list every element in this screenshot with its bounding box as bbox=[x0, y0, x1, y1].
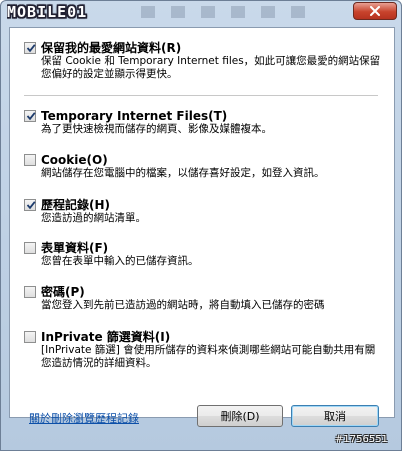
watermark: #1756551 bbox=[335, 434, 388, 445]
checkmark-icon bbox=[26, 44, 36, 53]
delete-button[interactable]: 刪除(D) bbox=[197, 405, 283, 427]
option-label: 密碼(P) bbox=[41, 285, 85, 299]
option-label: 表單資料(F) bbox=[41, 241, 109, 255]
close-icon bbox=[370, 6, 380, 16]
site-logo: MOBILE01 bbox=[6, 2, 127, 21]
cancel-button[interactable]: 取消 bbox=[291, 405, 379, 427]
svg-text:MOBILE01: MOBILE01 bbox=[7, 3, 87, 21]
checkbox[interactable] bbox=[24, 286, 36, 298]
option-label: Temporary Internet Files(T) bbox=[41, 109, 228, 123]
option-description: 您曾在表單中輸入的已儲存資訊。 bbox=[41, 255, 199, 267]
option-label: 保留我的最愛網站資料(R) bbox=[41, 41, 182, 55]
separator bbox=[24, 95, 378, 96]
checkmark-icon bbox=[26, 201, 36, 210]
about-delete-history-link[interactable]: 關於刪除瀏覽歷程記錄 bbox=[29, 410, 139, 426]
checkbox[interactable] bbox=[24, 154, 36, 166]
option-description: [InPrivate 篩選] 會使用所儲存的資料來偵測哪些網站可能自動共用有關您… bbox=[41, 344, 376, 369]
checkbox[interactable] bbox=[24, 199, 36, 211]
checkmark-icon bbox=[26, 112, 36, 121]
checkbox[interactable] bbox=[24, 42, 36, 54]
option-label: 歷程記錄(H) bbox=[41, 198, 111, 212]
close-button[interactable] bbox=[353, 2, 397, 20]
option-description: 保留 Cookie 和 Temporary Internet files，如此可… bbox=[41, 55, 381, 80]
checkbox[interactable] bbox=[24, 331, 36, 343]
option-label: Cookie(O) bbox=[41, 153, 108, 167]
option-label: InPrivate 篩選資料(I) bbox=[41, 330, 171, 344]
option-description: 為了更快速檢視而儲存的網頁、影像及媒體複本。 bbox=[41, 123, 272, 135]
title-bar[interactable]: MOBILE01 bbox=[1, 1, 402, 25]
dialog-content: 保留我的最愛網站資料(R) 保留 Cookie 和 Temporary Inte… bbox=[9, 27, 395, 418]
checkbox[interactable] bbox=[24, 110, 36, 122]
window-title-faded bbox=[141, 3, 361, 21]
option-description: 當您登入到先前已造訪過的網站時，將自動填入已儲存的密碼 bbox=[41, 299, 325, 311]
dialog-window: MOBILE01 保留我的最愛網站資料(R) 保留 Cookie 和 Tempo… bbox=[0, 0, 402, 451]
option-description: 您造訪過的網站清單。 bbox=[41, 212, 146, 224]
option-description: 網站儲存在您電腦中的檔案，以儲存喜好設定，如登入資訊。 bbox=[41, 167, 325, 179]
checkbox[interactable] bbox=[24, 242, 36, 254]
